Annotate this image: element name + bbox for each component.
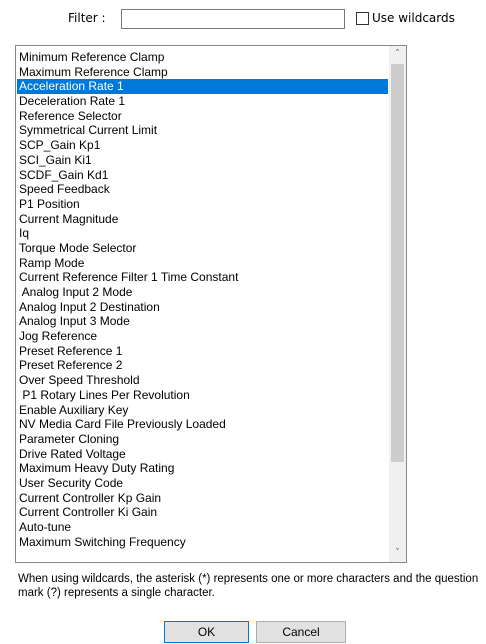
list-item[interactable]: Minimum Reference Clamp [17, 50, 388, 65]
list-item[interactable]: Iq [17, 226, 388, 241]
list-item[interactable]: Analog Input 2 Mode [17, 285, 388, 300]
parameter-list: Minimum Reference Clamp Maximum Reference… [17, 50, 388, 549]
list-item[interactable]: Deceleration Rate 1 [17, 94, 388, 109]
list-item[interactable]: Torque Mode Selector [17, 241, 388, 256]
ok-button[interactable]: OK [164, 621, 249, 643]
chevron-up-icon[interactable]: ˄ [389, 46, 406, 63]
list-item[interactable]: Analog Input 3 Mode [17, 314, 388, 329]
vertical-scrollbar[interactable]: ˄ ˅ [389, 46, 406, 562]
scroll-thumb[interactable] [391, 64, 404, 462]
list-item[interactable]: Maximum Heavy Duty Rating [17, 461, 388, 476]
use-wildcards-checkbox[interactable] [356, 12, 369, 25]
list-item[interactable]: NV Media Card File Previously Loaded [17, 417, 388, 432]
list-item[interactable]: Preset Reference 1 [17, 344, 388, 359]
chevron-down-icon[interactable]: ˅ [389, 545, 406, 562]
parameter-listbox[interactable]: Minimum Reference Clamp Maximum Reference… [15, 45, 407, 563]
list-item[interactable]: Preset Reference 2 [17, 358, 388, 373]
list-item[interactable]: Maximum Switching Frequency [17, 535, 388, 550]
list-item[interactable]: Reference Selector [17, 109, 388, 124]
list-item[interactable]: Ramp Mode [17, 256, 388, 271]
list-item[interactable]: Current Magnitude [17, 212, 388, 227]
cancel-button[interactable]: Cancel [256, 621, 346, 643]
list-item[interactable]: Current Reference Filter 1 Time Constant [17, 270, 388, 285]
list-item[interactable]: Auto-tune [17, 520, 388, 535]
list-item[interactable]: Symmetrical Current Limit [17, 123, 388, 138]
list-item[interactable]: Speed Feedback [17, 182, 388, 197]
wildcard-hint-text: When using wildcards, the asterisk (*) r… [18, 573, 479, 599]
list-item[interactable]: Drive Rated Voltage [17, 447, 388, 462]
list-item[interactable]: SCI_Gain Ki1 [17, 153, 388, 168]
list-item[interactable]: P1 Rotary Lines Per Revolution [17, 388, 388, 403]
list-item[interactable]: SCP_Gain Kp1 [17, 138, 388, 153]
list-item[interactable]: Current Controller Kp Gain [17, 491, 388, 506]
filter-input[interactable] [121, 9, 345, 29]
list-item[interactable]: Parameter Cloning [17, 432, 388, 447]
list-item[interactable]: Jog Reference [17, 329, 388, 344]
use-wildcards-label[interactable]: Use wildcards [372, 11, 455, 25]
filter-label: Filter : [68, 11, 106, 25]
list-item[interactable]: Analog Input 2 Destination [17, 300, 388, 315]
list-item[interactable]: Current Controller Ki Gain [17, 505, 388, 520]
list-item[interactable]: SCDF_Gain Kd1 [17, 168, 388, 183]
list-item[interactable]: Over Speed Threshold [17, 373, 388, 388]
list-item[interactable]: Acceleration Rate 1 [17, 79, 388, 95]
list-item[interactable]: Maximum Reference Clamp [17, 65, 388, 80]
list-item[interactable]: P1 Position [17, 197, 388, 212]
list-item[interactable]: Enable Auxiliary Key [17, 403, 388, 418]
list-item[interactable]: User Security Code [17, 476, 388, 491]
